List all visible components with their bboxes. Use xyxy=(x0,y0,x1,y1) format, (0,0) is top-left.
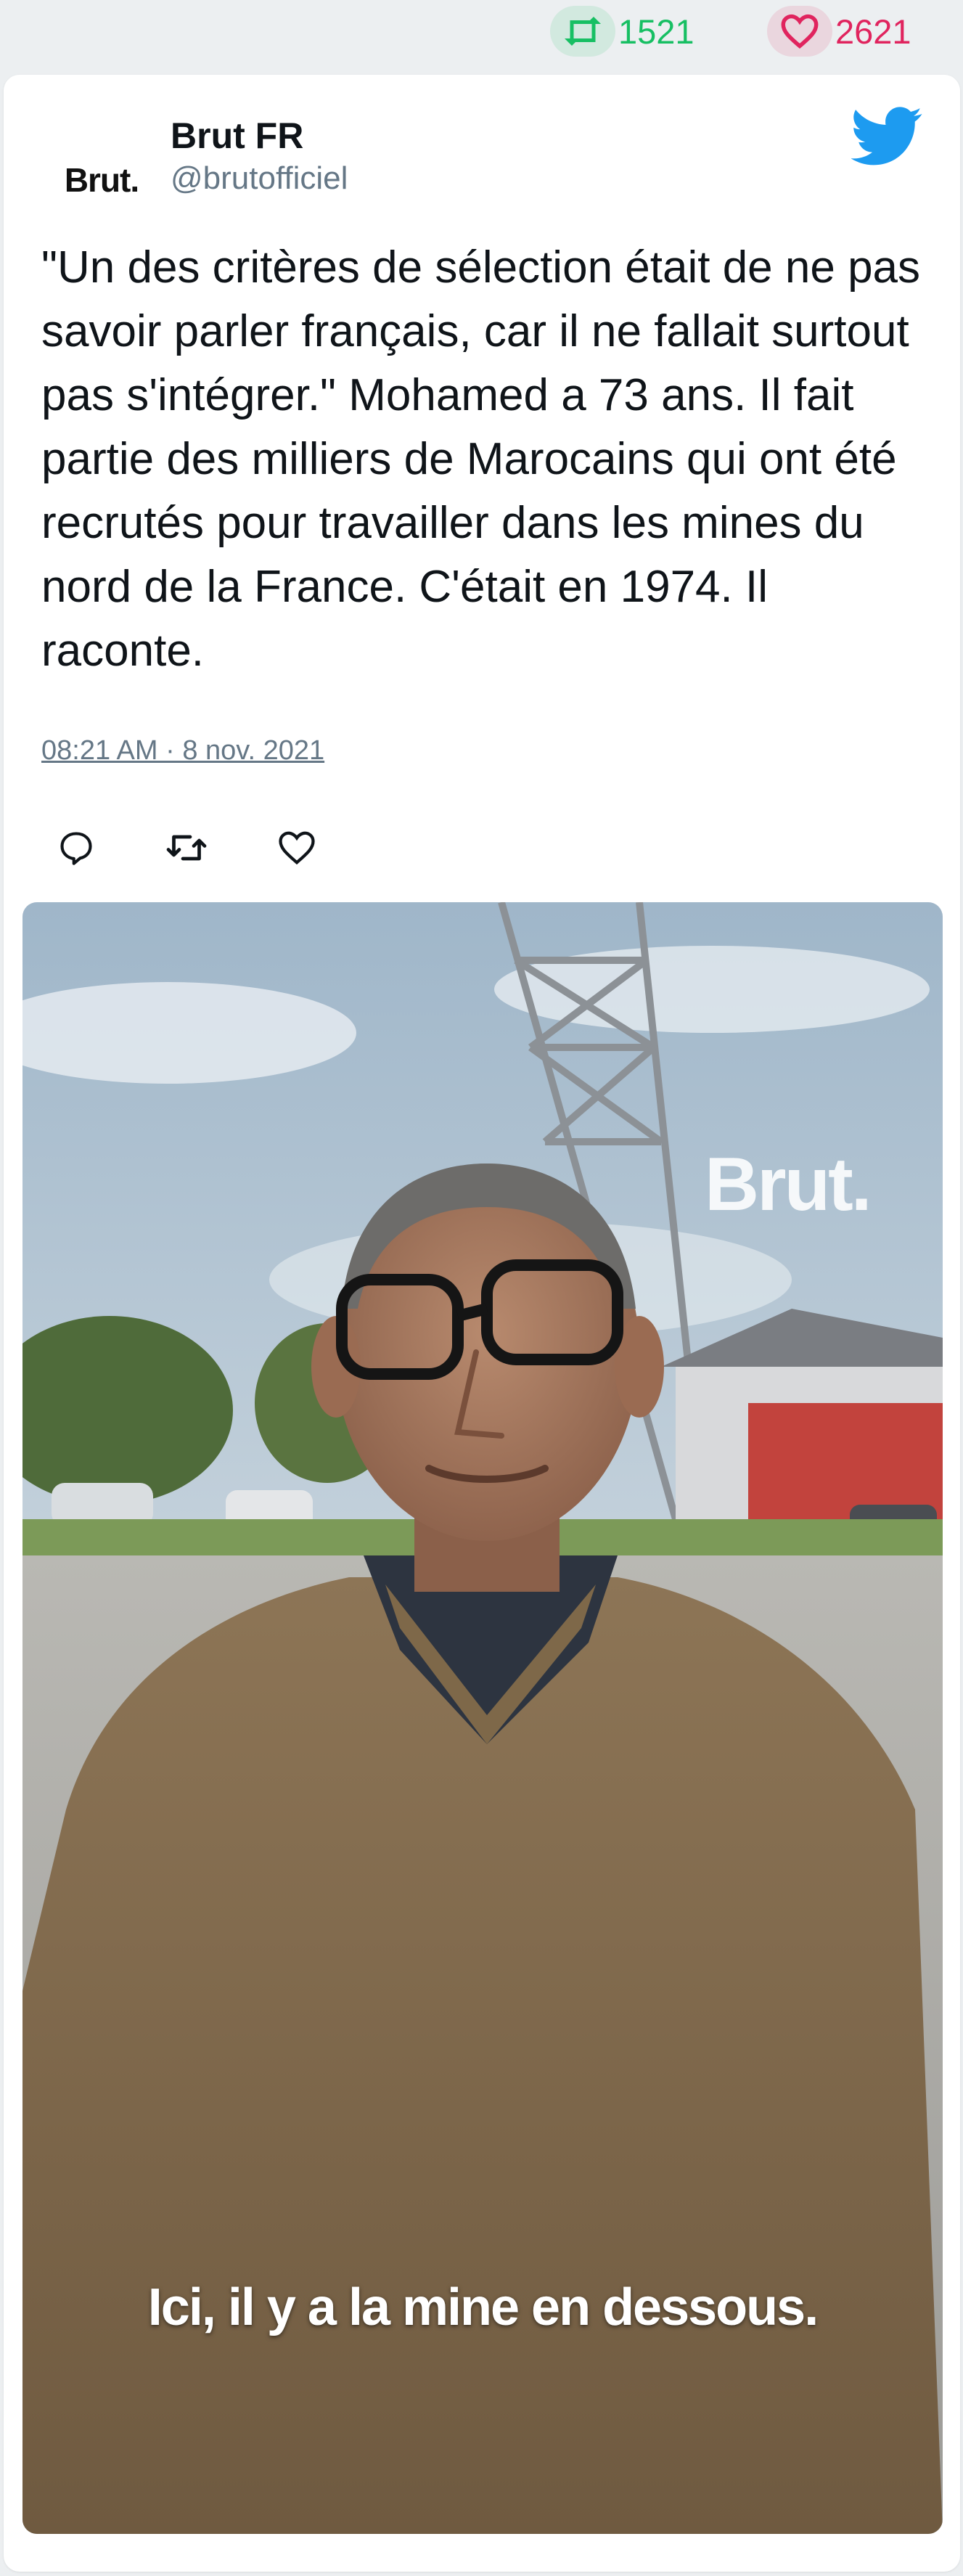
heart-icon xyxy=(767,6,832,57)
tweet-video-thumbnail[interactable]: Brut. Ici, il y a la mine en dessous. xyxy=(22,902,943,2534)
retweet-count: 1521 xyxy=(618,12,694,51)
like-count: 2621 xyxy=(835,12,911,51)
like-action-icon[interactable] xyxy=(268,819,326,877)
twitter-bird-icon[interactable] xyxy=(851,107,924,166)
tweet-text: "Un des critères de sélection était de n… xyxy=(41,242,921,676)
video-caption: Ici, il y a la mine en dessous. xyxy=(147,2278,819,2336)
avatar-logo-text: Brut. xyxy=(64,161,139,199)
tweet-card: Brut. Brut FR @brutofficiel "Un des crit… xyxy=(4,75,960,2572)
stats-bar: 1521 2621 xyxy=(0,0,963,73)
reply-icon[interactable] xyxy=(47,819,105,877)
brut-watermark: Brut. xyxy=(705,1142,872,1227)
tweet-timestamp[interactable]: 08:21 AM · 8 nov. 2021 xyxy=(41,735,324,766)
retweet-stat[interactable]: 1521 xyxy=(550,6,694,57)
like-stat[interactable]: 2621 xyxy=(767,6,911,57)
retweet-icon xyxy=(550,6,615,57)
author-name[interactable]: Brut FR xyxy=(171,115,303,157)
tweet-actions xyxy=(47,815,378,880)
author-handle[interactable]: @brutofficiel xyxy=(171,160,348,197)
retweet-action-icon[interactable] xyxy=(157,819,216,877)
avatar[interactable]: Brut. xyxy=(47,126,156,234)
